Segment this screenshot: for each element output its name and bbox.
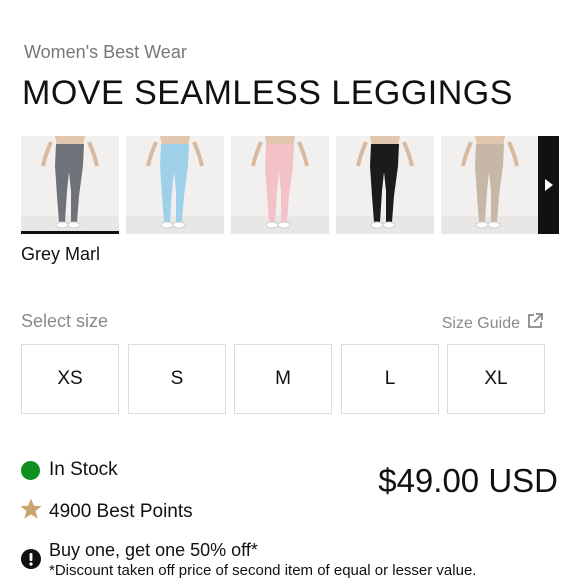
product-detail-page: Women's Best Wear MOVE SEAMLESS LEGGINGS… xyxy=(0,0,580,580)
size-guide-link[interactable]: Size Guide xyxy=(442,312,544,335)
leggings-image xyxy=(21,136,119,234)
leggings-image xyxy=(231,136,329,234)
promo-note: *Discount taken off price of second item… xyxy=(49,562,477,579)
reward-points: 4900 Best Points xyxy=(19,497,193,527)
select-size-label: Select size xyxy=(21,311,109,331)
color-thumbnail[interactable] xyxy=(231,136,329,234)
color-thumbnail[interactable] xyxy=(21,136,119,234)
leggings-image xyxy=(441,136,539,234)
size-guide-label: Size Guide xyxy=(441,314,520,332)
color-thumbnail[interactable] xyxy=(441,136,539,234)
size-option-xs[interactable]: XS xyxy=(21,344,119,414)
stock-label: In Stock xyxy=(49,459,118,480)
in-stock-dot-icon xyxy=(21,460,40,480)
alert-icon xyxy=(21,549,41,574)
price: $49.00 USD xyxy=(378,462,558,499)
chevron-right-icon[interactable] xyxy=(538,136,559,234)
star-icon xyxy=(19,497,43,527)
color-thumbnail[interactable] xyxy=(126,136,224,234)
size-options: XS S M L XL xyxy=(21,344,547,414)
size-option-s[interactable]: S xyxy=(128,344,226,414)
points-label: 4900 Best Points xyxy=(49,501,193,522)
leggings-image xyxy=(126,136,224,234)
size-option-l[interactable]: L xyxy=(341,344,439,414)
leggings-image xyxy=(336,136,434,234)
product-title: MOVE SEAMLESS LEGGINGS xyxy=(22,74,513,112)
color-gallery xyxy=(21,136,559,234)
color-thumbnail[interactable] xyxy=(336,136,434,234)
promo-headline: Buy one, get one 50% off* xyxy=(49,540,258,560)
external-link-icon xyxy=(526,312,544,335)
brand-name: Women's Best Wear xyxy=(24,42,187,62)
promo-banner: Buy one, get one 50% off* *Discount take… xyxy=(21,540,476,580)
stock-status: In Stock xyxy=(21,459,118,481)
size-option-m[interactable]: M xyxy=(234,344,332,414)
selected-color-name: Grey Marl xyxy=(21,244,101,264)
size-option-xl[interactable]: XL xyxy=(447,344,545,414)
